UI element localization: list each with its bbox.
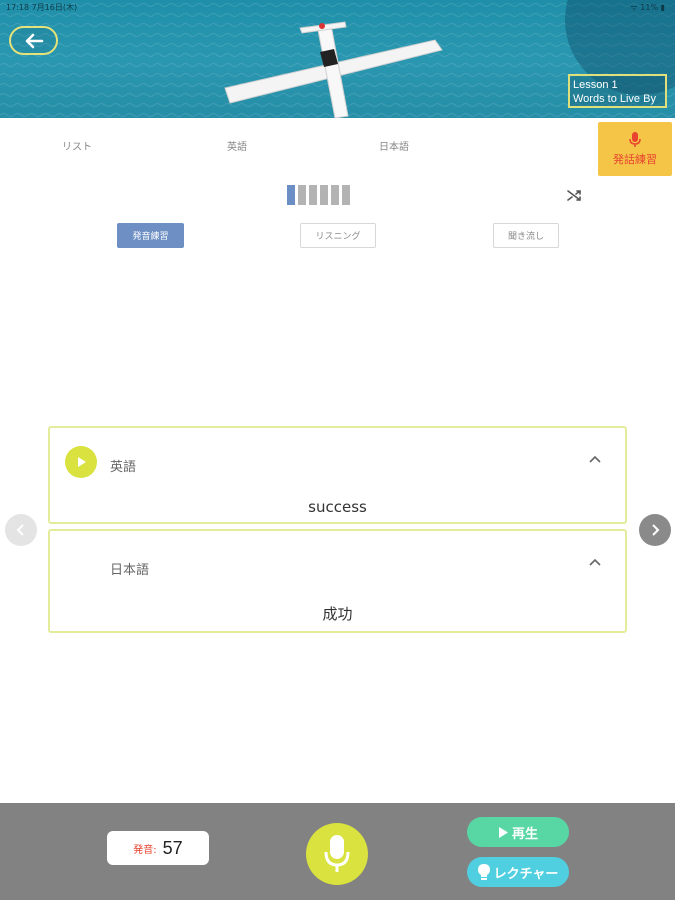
progress-segment [320, 185, 328, 205]
bottom-toolbar: 発音: 57 再生 レクチャー [0, 803, 675, 900]
previous-card-button[interactable] [5, 514, 37, 546]
pronunciation-score: 発音: 57 [107, 831, 209, 865]
lesson-info: Lesson 1 Words to Live By [568, 74, 667, 108]
record-mic-button[interactable] [306, 823, 368, 885]
english-word: success [308, 498, 367, 516]
japanese-card: 日本語 成功 [48, 529, 627, 633]
next-card-button[interactable] [639, 514, 671, 546]
status-bar: 17:18 7月16日(木) ᯤ 11% ▮ [0, 0, 675, 14]
status-time: 17:18 7月16日(木) [6, 3, 78, 12]
play-button[interactable]: 再生 [467, 817, 569, 847]
progress-indicator [287, 185, 350, 205]
progress-segment [309, 185, 317, 205]
lesson-number: Lesson 1 [573, 79, 618, 91]
listening-button[interactable]: リスニング [300, 223, 376, 248]
progress-segment [331, 185, 339, 205]
play-icon [498, 826, 508, 838]
lightbulb-icon [477, 864, 490, 880]
japanese-card-label: 日本語 [110, 563, 150, 578]
tab-speaking-practice-label: 発話練習 [613, 152, 657, 166]
chevron-left-icon [16, 524, 24, 536]
tab-japanese[interactable]: 日本語 [379, 138, 409, 153]
back-button[interactable] [9, 26, 58, 55]
lesson-title: Words to Live By [573, 93, 656, 105]
pronunciation-practice-button[interactable]: 発音練習 [117, 223, 184, 248]
lecture-button-label: レクチャー [493, 866, 559, 882]
score-label: 発音: [133, 844, 157, 856]
chevron-right-icon [652, 524, 660, 536]
mic-icon [629, 131, 641, 147]
play-button-label: 再生 [511, 826, 538, 842]
tab-speaking-practice[interactable]: 発話練習 [598, 122, 672, 176]
back-arrow-icon [25, 33, 43, 48]
progress-segment [298, 185, 306, 205]
chevron-up-icon[interactable] [589, 455, 601, 463]
header-banner: 17:18 7月16日(木) ᯤ 11% ▮ Lesson 1 Words to… [0, 0, 675, 118]
play-audio-button[interactable] [65, 446, 97, 478]
chevron-up-icon[interactable] [589, 558, 601, 566]
english-card: 英語 success [48, 426, 627, 524]
mic-icon [324, 835, 350, 872]
play-icon [78, 457, 86, 467]
listen-through-button[interactable]: 聞き流し [493, 223, 559, 248]
english-card-label: 英語 [110, 460, 137, 475]
japanese-word: 成功 [322, 605, 353, 623]
progress-segment [287, 185, 295, 205]
shuffle-icon[interactable] [566, 187, 582, 203]
progress-segment [342, 185, 350, 205]
airplane-image [224, 21, 443, 118]
score-value: 57 [162, 837, 183, 858]
tab-english[interactable]: 英語 [227, 138, 247, 153]
tab-bar: リスト 英語 日本語 発話練習 [0, 118, 675, 176]
tab-list[interactable]: リスト [62, 138, 92, 153]
status-indicators: ᯤ 11% ▮ [630, 3, 665, 12]
lecture-button[interactable]: レクチャー [467, 857, 569, 887]
